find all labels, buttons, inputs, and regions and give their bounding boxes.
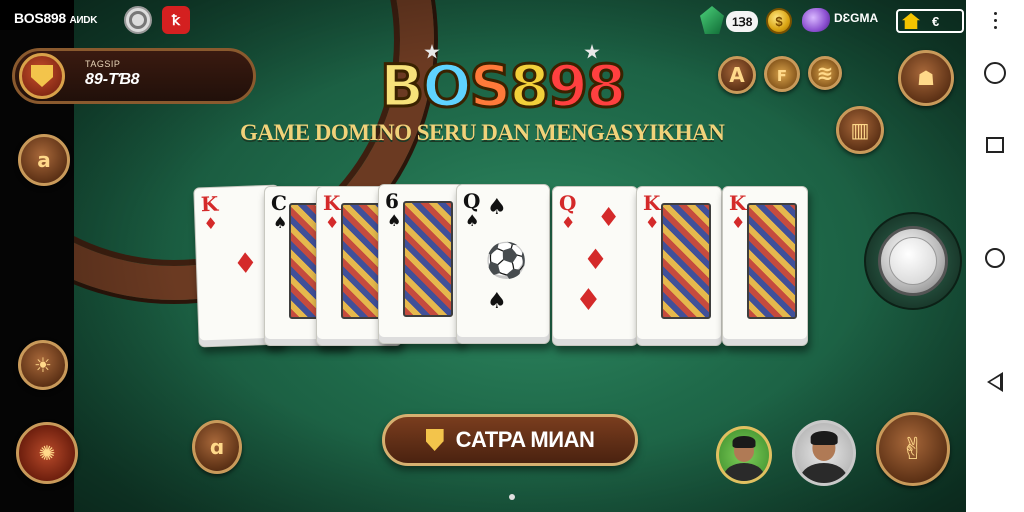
card-suit: ♠ (273, 213, 288, 232)
player-avatar[interactable] (716, 426, 772, 484)
diamond-icon: ♦ (597, 203, 621, 233)
home-icon (902, 13, 920, 29)
card-rank: C (271, 191, 287, 215)
more-icon[interactable] (991, 12, 999, 30)
card-suit: ♦ (203, 213, 219, 234)
logo-part: B (378, 51, 425, 122)
app-suffix: AИDK (69, 15, 98, 26)
logo-part: 98 (546, 51, 628, 122)
card-face-art (747, 203, 797, 319)
avatar-hair (810, 431, 838, 445)
right-button-5-glyph: ▥ (850, 118, 870, 142)
card-suit: ♠ (387, 211, 402, 230)
more-dot (994, 12, 997, 15)
card-rank: K (729, 191, 747, 215)
purple-gem-label: DƐGMA (834, 11, 879, 25)
logo-part: O (421, 51, 473, 122)
right-button-5[interactable]: ▥ (836, 106, 884, 154)
ball-icon: ⚽ (485, 241, 528, 281)
back-icon[interactable] (987, 372, 1003, 392)
right-button-4[interactable]: ☗ (898, 50, 954, 106)
player-avatar[interactable] (792, 420, 856, 486)
purple-gem-icon[interactable] (802, 8, 830, 32)
coin-glyph: $ (775, 13, 783, 29)
card[interactable]: Q ♦ ♦ ♦ ♦ (552, 186, 638, 346)
diamond-icon: ♦ (583, 243, 609, 276)
right-button-3-glyph: ≋ (816, 61, 834, 85)
home-button-icon[interactable] (985, 248, 1005, 268)
card-rank: K (200, 191, 219, 217)
profile-value: 89-TƁ8 (85, 71, 140, 88)
profile-label: TAGSIP (85, 59, 121, 69)
card-rank: K (643, 191, 661, 215)
avatar-body (800, 462, 848, 483)
red-app-glyph: ꝁ (171, 11, 181, 28)
card-suit: ♦ (325, 213, 340, 232)
card-rank: K (323, 191, 341, 215)
card-face-art (661, 203, 711, 319)
card-suit: ♠ (465, 211, 480, 230)
avatar-hair (732, 436, 756, 448)
bottom-left-glyph: ɑ (209, 435, 225, 459)
left-wheel-glyph: ✺ (38, 441, 56, 465)
right-bottom-glyph: ✌ (900, 431, 926, 467)
right-button-2[interactable]: ꜰ (764, 56, 800, 92)
gem-count: 1Ɜ8 (726, 11, 759, 32)
settings-icon[interactable] (124, 6, 152, 34)
spade-icon: ♠ (487, 195, 507, 220)
card-rank: Q (463, 189, 481, 213)
card-rank: Q (559, 191, 577, 215)
play-button-label: CATPA MИAN (455, 427, 595, 452)
right-button-2-glyph: ꜰ (776, 62, 788, 86)
coin-icon[interactable]: $ (766, 8, 792, 34)
play-button[interactable]: CATPA MИAN (382, 414, 638, 466)
left-mascot-glyph: ☀ (34, 353, 52, 377)
assistant-icon[interactable] (984, 62, 1006, 84)
red-app-icon[interactable]: ꝁ (162, 6, 190, 34)
profile-pill[interactable]: TAGSIP 89-TƁ8 (12, 48, 256, 104)
page-indicator-dot (509, 494, 515, 500)
card[interactable]: 6 ♠ (378, 184, 464, 344)
joystick-knob[interactable] (878, 226, 948, 296)
card-suit: ♦ (731, 213, 746, 232)
right-button-3[interactable]: ≋ (808, 56, 842, 90)
diamond-icon: ♦ (232, 246, 259, 281)
game-logo: BOS898 (378, 51, 628, 122)
tagline: GAME DOMINO SERU DAN MENGASYIKHAN (240, 120, 725, 145)
logo-part: 8 (508, 51, 551, 122)
bottom-left-button[interactable]: ɑ (192, 420, 242, 474)
app-name: BOS898 (14, 10, 66, 26)
right-button-1-glyph: A (729, 63, 745, 87)
status-app-name: BOS898 AИDK (14, 10, 97, 26)
right-bottom-button[interactable]: ✌ (876, 412, 950, 486)
card[interactable]: K ♦ (636, 186, 722, 346)
card[interactable]: Q ♠ ♠ ⚽ ♠ (456, 184, 550, 344)
right-button-4-glyph: ☗ (917, 66, 935, 90)
battery-text: € (932, 13, 940, 29)
left-wheel-button[interactable]: ✺ (16, 422, 78, 484)
shield-icon (425, 429, 444, 451)
card-face-art (403, 201, 453, 317)
battery-widget: € (896, 9, 964, 33)
card[interactable]: K ♦ (722, 186, 808, 346)
diamond-icon: ♦ (575, 283, 602, 318)
left-menu-glyph: a (37, 148, 51, 172)
card-suit: ♦ (645, 213, 660, 232)
more-dot (994, 19, 997, 22)
more-dot (994, 26, 997, 29)
spade-icon: ♠ (487, 289, 507, 314)
avatar-body (724, 463, 764, 481)
android-nav-bar (966, 0, 1024, 512)
left-menu-button[interactable]: a (18, 134, 70, 186)
recents-icon[interactable] (986, 137, 1004, 153)
logo-part: S (468, 51, 513, 122)
card-rank: 6 (385, 189, 399, 213)
shield-icon (19, 53, 65, 99)
right-button-1[interactable]: A (718, 56, 756, 94)
card-suit: ♦ (561, 213, 576, 232)
left-mascot-button[interactable]: ☀ (18, 340, 68, 390)
